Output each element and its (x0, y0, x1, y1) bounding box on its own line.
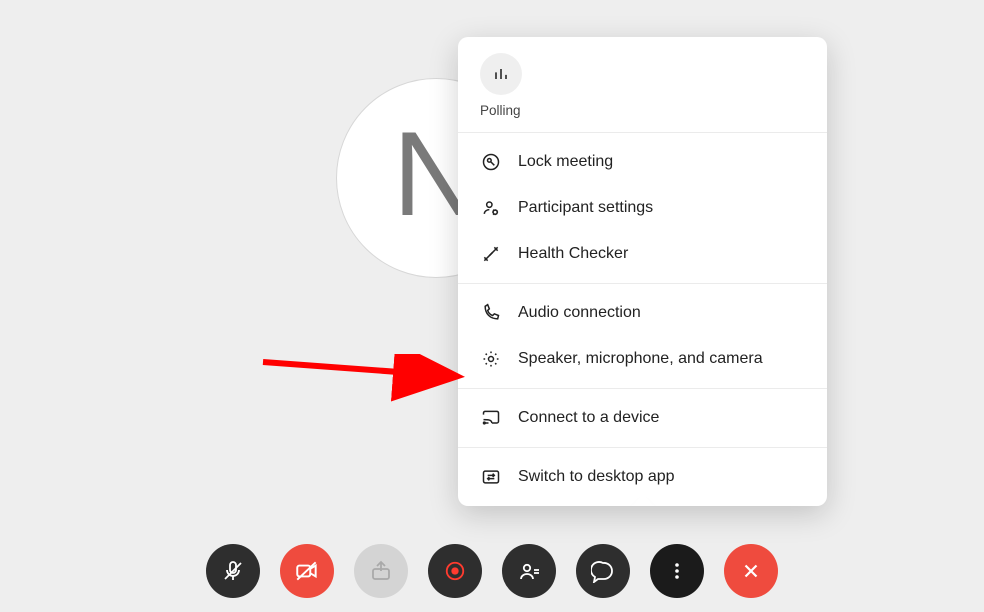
people-icon (517, 559, 541, 583)
close-icon (740, 560, 762, 582)
meeting-toolbar (0, 544, 984, 598)
menu-item-label: Connect to a device (518, 409, 659, 427)
menu-item-label: Audio connection (518, 304, 641, 322)
record-icon (444, 560, 466, 582)
record-button[interactable] (428, 544, 482, 598)
leave-button[interactable] (724, 544, 778, 598)
tools-icon (480, 243, 502, 265)
menu-item-connect-device[interactable]: Connect to a device (458, 395, 827, 441)
camera-off-icon (294, 558, 320, 584)
person-gear-icon (480, 197, 502, 219)
participants-button[interactable] (502, 544, 556, 598)
share-icon (369, 559, 393, 583)
menu-item-health-checker[interactable]: Health Checker (458, 231, 827, 277)
menu-item-label: Speaker, microphone, and camera (518, 350, 763, 368)
menu-item-switch-desktop[interactable]: Switch to desktop app (458, 454, 827, 500)
more-options-button[interactable] (650, 544, 704, 598)
gear-icon (480, 348, 502, 370)
key-icon (480, 151, 502, 173)
menu-item-label: Lock meeting (518, 153, 613, 171)
share-button[interactable] (354, 544, 408, 598)
menu-item-audio-connection[interactable]: Audio connection (458, 290, 827, 336)
video-off-button[interactable] (280, 544, 334, 598)
chat-button[interactable] (576, 544, 630, 598)
polling-label: Polling (480, 103, 805, 118)
mic-off-icon (221, 559, 245, 583)
menu-item-speaker-mic-camera[interactable]: Speaker, microphone, and camera (458, 336, 827, 382)
menu-item-polling[interactable]: Polling (458, 37, 827, 132)
ellipsis-icon (665, 559, 689, 583)
menu-item-label: Health Checker (518, 245, 628, 263)
phone-icon (480, 302, 502, 324)
menu-item-participant-settings[interactable]: Participant settings (458, 185, 827, 231)
more-options-menu: Polling Lock meeting Participant setting… (458, 37, 827, 506)
poll-icon (480, 53, 522, 95)
mute-button[interactable] (206, 544, 260, 598)
menu-item-label: Switch to desktop app (518, 468, 675, 486)
menu-item-label: Participant settings (518, 199, 653, 217)
cast-icon (480, 407, 502, 429)
annotation-arrow (258, 354, 478, 414)
chat-icon (591, 559, 615, 583)
swap-icon (480, 466, 502, 488)
menu-item-lock-meeting[interactable]: Lock meeting (458, 139, 827, 185)
